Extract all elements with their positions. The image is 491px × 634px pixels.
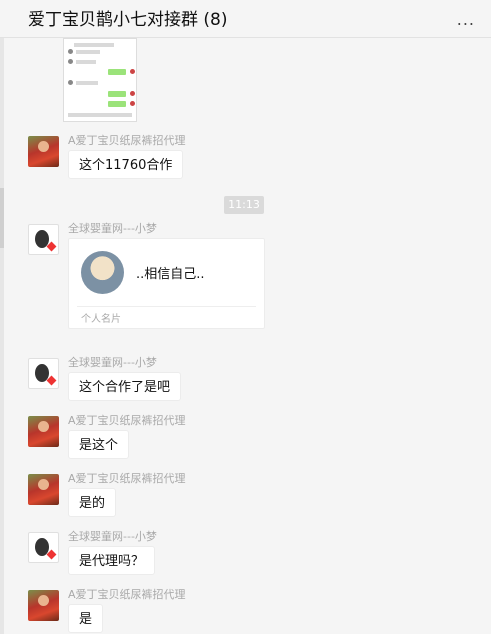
chat-header: 爱丁宝贝鹊小七对接群 (8) ... [0,0,491,38]
sender-name: 全球婴童网---小梦 [68,222,157,235]
avatar[interactable] [28,358,59,389]
message-bubble[interactable]: 是 [68,604,104,633]
contact-card-name: ..相信自己.. [136,267,205,282]
time-divider: 11:13 [224,196,264,214]
message-list[interactable]: A爱丁宝贝纸尿裤招代理 这个11760合作 11:13 全球婴童网---小梦 .… [0,38,491,634]
message-bubble[interactable]: 这个合作了是吧 [68,372,182,401]
sender-name: 全球婴童网---小梦 [68,530,157,543]
sender-name: A爱丁宝贝纸尿裤招代理 [68,588,186,601]
contact-card[interactable]: ..相信自己.. 个人名片 [68,238,265,329]
contact-card-label: 个人名片 [81,314,121,325]
avatar[interactable] [28,532,59,563]
avatar[interactable] [28,474,59,505]
avatar[interactable] [28,224,59,255]
sender-name: A爱丁宝贝纸尿裤招代理 [68,414,186,427]
sender-name: A爱丁宝贝纸尿裤招代理 [68,134,186,147]
chat-title: 爱丁宝贝鹊小七对接群 (8) [28,10,228,30]
message-bubble[interactable]: 是代理吗？ [68,546,156,575]
more-options-icon[interactable]: ... [457,10,475,29]
sender-name: A爱丁宝贝纸尿裤招代理 [68,472,186,485]
avatar[interactable] [28,136,59,167]
message-bubble[interactable]: 这个11760合作 [68,150,184,179]
message-bubble[interactable]: 是这个 [68,430,130,459]
avatar[interactable] [28,416,59,447]
image-message-screenshot[interactable] [63,38,137,122]
contact-card-avatar [81,251,124,294]
avatar[interactable] [28,590,59,621]
sender-name: 全球婴童网---小梦 [68,356,157,369]
card-divider [77,306,256,307]
message-bubble[interactable]: 是的 [68,488,117,517]
